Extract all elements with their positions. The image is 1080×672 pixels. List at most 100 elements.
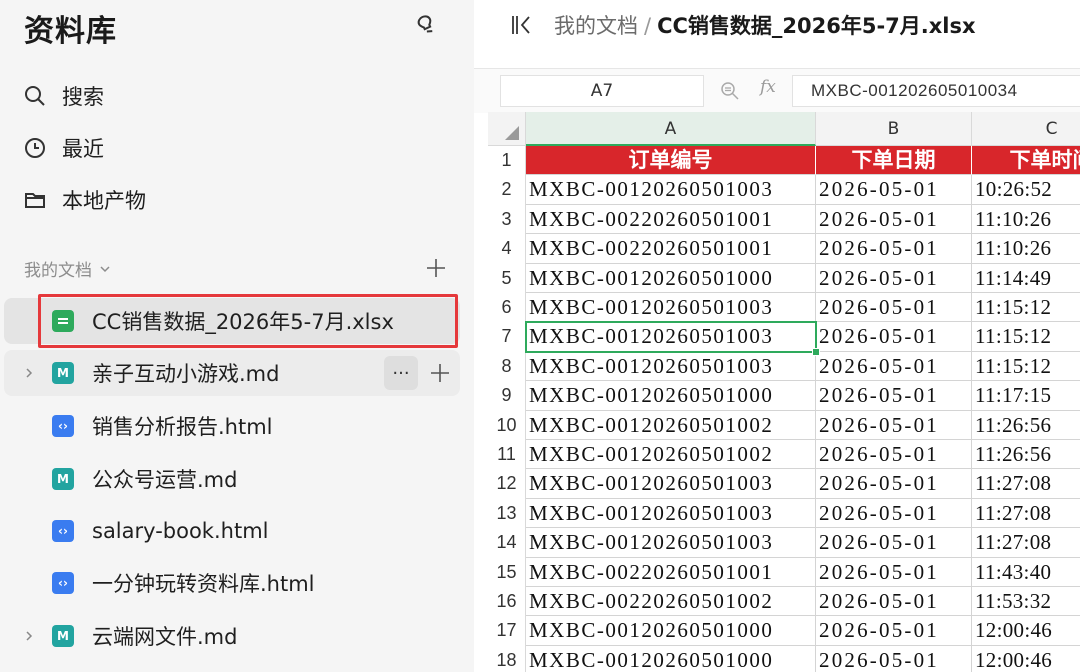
table-cell[interactable]: MXBC-00120260501003 — [526, 498, 816, 529]
breadcrumb-parent[interactable]: 我的文档 — [554, 14, 638, 38]
row-number[interactable]: 3 — [488, 204, 526, 235]
table-cell[interactable]: 2026-05-01 — [816, 645, 972, 672]
row-number[interactable]: 2 — [488, 175, 526, 205]
table-cell[interactable]: MXBC-00120260501000 — [526, 263, 816, 293]
row-number[interactable]: 13 — [488, 498, 526, 529]
row-number[interactable]: 17 — [488, 616, 526, 646]
row-number[interactable]: 11 — [488, 440, 526, 470]
table-cell[interactable]: 2026-05-01 — [816, 322, 972, 352]
table-cell[interactable]: MXBC-00120260501002 — [526, 440, 816, 470]
column-header-b[interactable]: B — [816, 112, 972, 146]
file-item-wechat-ops[interactable]: M 公众号运营.md — [4, 456, 460, 502]
table-cell[interactable]: MXBC-00120260501003 — [526, 322, 816, 352]
table-cell[interactable]: MXBC-00120260501002 — [526, 410, 816, 440]
table-cell[interactable]: MXBC-00120260501000 — [526, 616, 816, 646]
table-cell[interactable]: MXBC-00120260501000 — [526, 645, 816, 672]
table-cell[interactable]: MXBC-00120260501003 — [526, 351, 816, 382]
collapse-sidebar-icon[interactable] — [508, 12, 534, 38]
table-cell[interactable]: 10:26:52 — [972, 175, 1080, 205]
add-icon[interactable] — [428, 361, 452, 385]
section-my-docs[interactable]: 我的文档 — [24, 256, 112, 281]
table-cell[interactable]: 2026-05-01 — [816, 587, 972, 617]
row-number[interactable]: 12 — [488, 469, 526, 499]
table-cell[interactable]: 2026-05-01 — [816, 557, 972, 587]
table-cell[interactable]: 2026-05-01 — [816, 498, 972, 529]
table-cell[interactable]: 2026-05-01 — [816, 440, 972, 470]
nav-search[interactable]: 搜索 — [22, 78, 104, 114]
file-item-cc-sales[interactable]: CC销售数据_2026年5-7月.xlsx — [4, 298, 460, 344]
row-number[interactable]: 7 — [488, 322, 526, 352]
section-label: 我的文档 — [24, 261, 92, 281]
table-cell[interactable]: 2026-05-01 — [816, 263, 972, 293]
table-cell[interactable]: 2026-05-01 — [816, 616, 972, 646]
row-number[interactable]: 10 — [488, 410, 526, 440]
table-cell[interactable]: 2026-05-01 — [816, 351, 972, 382]
table-cell[interactable]: 2026-05-01 — [816, 293, 972, 323]
table-cell[interactable]: 11:10:26 — [972, 234, 1080, 264]
table-cell[interactable]: 2026-05-01 — [816, 469, 972, 499]
table-cell[interactable]: 2026-05-01 — [816, 410, 972, 440]
table-cell[interactable]: MXBC-00220260501001 — [526, 557, 816, 587]
header-cell[interactable]: 下单时间 — [972, 146, 1080, 176]
table-cell[interactable]: MXBC-00120260501000 — [526, 381, 816, 411]
file-item-sales-report[interactable]: ‹› 销售分析报告.html — [4, 403, 460, 449]
table-cell[interactable]: 11:26:56 — [972, 440, 1080, 470]
row-number[interactable]: 18 — [488, 645, 526, 672]
html-file-icon: ‹› — [52, 572, 74, 594]
table-cell[interactable]: 12:00:46 — [972, 616, 1080, 646]
table-cell[interactable]: 11:27:08 — [972, 469, 1080, 499]
more-options-button[interactable]: ··· — [384, 356, 418, 390]
table-cell[interactable]: MXBC-00120260501003 — [526, 175, 816, 205]
file-item-salary-book[interactable]: ‹› salary-book.html — [4, 508, 460, 554]
row-number[interactable]: 15 — [488, 557, 526, 587]
table-cell[interactable]: 11:15:12 — [972, 293, 1080, 323]
table-cell[interactable]: 11:15:12 — [972, 352, 1080, 382]
row-number[interactable]: 6 — [488, 293, 526, 323]
table-cell[interactable]: 2026-05-01 — [816, 234, 972, 264]
table-cell[interactable]: 11:43:40 — [972, 558, 1080, 587]
cell-reference-box[interactable]: A7 — [500, 75, 704, 107]
table-cell[interactable]: MXBC-00120260501003 — [526, 528, 816, 558]
table-cell[interactable]: 11:53:32 — [972, 587, 1080, 617]
table-cell[interactable]: 11:26:56 — [972, 411, 1080, 440]
table-cell[interactable]: 2026-05-01 — [816, 204, 972, 235]
column-header-c[interactable]: C — [972, 112, 1080, 146]
table-cell[interactable]: 2026-05-01 — [816, 528, 972, 558]
table-cell[interactable]: MXBC-00220260501001 — [526, 234, 816, 264]
table-cell[interactable]: MXBC-00120260501003 — [526, 469, 816, 499]
header-cell[interactable]: 下单日期 — [816, 146, 972, 176]
header-cell[interactable]: 订单编号 — [526, 146, 816, 176]
row-number[interactable]: 14 — [488, 528, 526, 558]
column-header-a[interactable]: A — [526, 112, 816, 146]
file-item-one-minute-guide[interactable]: ‹› 一分钟玩转资料库.html — [4, 560, 460, 606]
table-cell[interactable]: MXBC-00220260501002 — [526, 587, 816, 617]
zoom-out-icon[interactable] — [720, 81, 740, 101]
chevron-right-icon[interactable] — [22, 629, 36, 643]
row-number[interactable]: 9 — [488, 381, 526, 411]
table-cell[interactable]: MXBC-00220260501001 — [526, 204, 816, 235]
file-item-cloud-files[interactable]: M 云端网文件.md — [4, 613, 460, 659]
add-document-icon[interactable] — [424, 256, 448, 280]
table-cell[interactable]: 11:27:08 — [972, 499, 1080, 529]
table-cell[interactable]: 11:15:12 — [972, 322, 1080, 352]
row-number[interactable]: 4 — [488, 234, 526, 264]
table-cell[interactable]: 12:00:46 — [972, 646, 1080, 672]
row-number[interactable]: 8 — [488, 351, 526, 382]
row-number[interactable]: 5 — [488, 263, 526, 293]
table-cell[interactable]: 11:27:08 — [972, 528, 1080, 558]
lightbulb-icon[interactable] — [412, 12, 442, 42]
row-number[interactable]: 16 — [488, 587, 526, 617]
nav-recent[interactable]: 最近 — [22, 130, 104, 166]
table-cell[interactable]: 11:10:26 — [972, 205, 1080, 235]
chevron-right-icon[interactable] — [22, 366, 36, 380]
table-cell[interactable]: MXBC-00120260501003 — [526, 293, 816, 323]
table-cell[interactable]: 2026-05-01 — [816, 381, 972, 411]
row-number[interactable]: 1 — [488, 146, 526, 176]
file-item-parent-child-games[interactable]: M 亲子互动小游戏.md ··· — [4, 350, 460, 396]
nav-local-artifacts[interactable]: 本地产物 — [22, 182, 146, 218]
table-cell[interactable]: 11:14:49 — [972, 264, 1080, 293]
formula-input[interactable]: MXBC-001202605010034 — [792, 75, 1080, 107]
table-cell[interactable]: 2026-05-01 — [816, 175, 972, 205]
table-cell[interactable]: 11:17:15 — [972, 381, 1080, 411]
select-all-corner[interactable] — [488, 112, 526, 146]
